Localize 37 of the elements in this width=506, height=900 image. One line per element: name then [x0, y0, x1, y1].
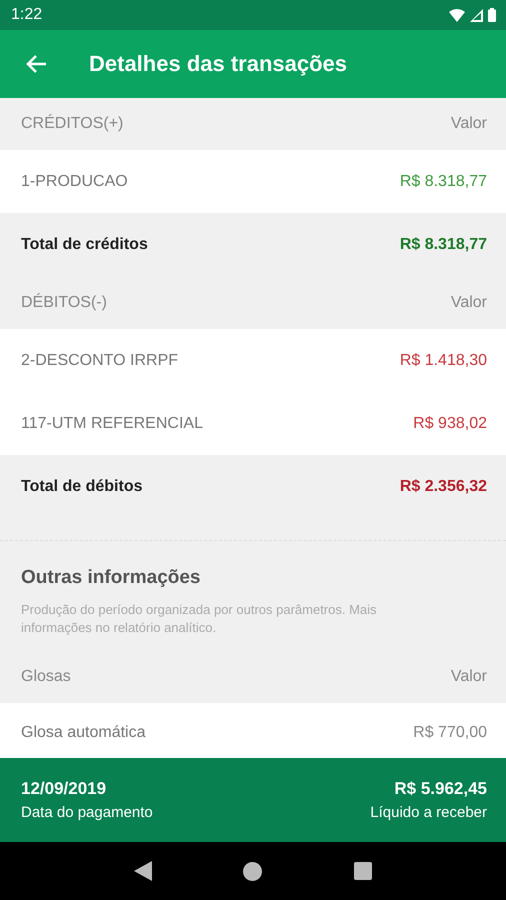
- status-time: 1:22: [11, 6, 42, 24]
- transaction-value: R$ 8.318,77: [400, 172, 487, 190]
- column-label: Valor: [450, 115, 487, 133]
- total-label: Total de créditos: [21, 236, 148, 254]
- payment-date-label: Data do pagamento: [21, 804, 153, 821]
- transaction-label: Glosa automática: [21, 724, 146, 742]
- total-label: Total de débitos: [21, 478, 142, 496]
- column-label: Valor: [450, 294, 487, 312]
- home-icon[interactable]: [243, 862, 262, 880]
- total-value: R$ 8.318,77: [400, 236, 487, 254]
- section-title: DÉBITOS(-): [21, 294, 107, 312]
- section-title: CRÉDITOS(+): [21, 115, 124, 133]
- signal-icon: [470, 8, 483, 22]
- transaction-row[interactable]: 1-PRODUCAO R$ 8.318,77: [0, 150, 506, 213]
- battery-icon: [488, 8, 496, 22]
- transaction-label: 117-UTM REFERENCIAL: [21, 414, 203, 432]
- screen-title: Detalhes das transações: [89, 51, 348, 77]
- transaction-value: R$ 770,00: [413, 724, 487, 742]
- back-arrow-icon[interactable]: [25, 54, 47, 74]
- transaction-row[interactable]: 2-DESCONTO IRRPF R$ 1.418,30: [0, 329, 506, 392]
- transaction-value: R$ 938,02: [413, 414, 487, 432]
- net-amount: R$ 5.962,45: [394, 779, 487, 799]
- section-title: Glosas: [21, 668, 71, 686]
- transaction-label: 2-DESCONTO IRRPF: [21, 352, 178, 370]
- column-label: Valor: [450, 668, 487, 686]
- wifi-icon: [449, 8, 465, 22]
- net-amount-label: Líquido a receber: [370, 804, 487, 821]
- section-description: Produção do período organizada por outros parâmetros. Mais informações no relatório analítico.: [21, 601, 378, 637]
- total-value: R$ 2.356,32: [400, 478, 487, 496]
- payment-date: 12/09/2019: [21, 779, 108, 799]
- transaction-row[interactable]: 117-UTM REFERENCIAL R$ 938,02: [0, 392, 506, 455]
- transaction-row[interactable]: Glosa automática R$ 770,00: [0, 703, 506, 758]
- section-heading: Outras informações: [21, 567, 202, 589]
- transaction-label: 1-PRODUCAO: [21, 172, 128, 190]
- transaction-value: R$ 1.418,30: [400, 352, 487, 370]
- back-icon[interactable]: [134, 861, 152, 881]
- recents-icon[interactable]: [354, 862, 372, 880]
